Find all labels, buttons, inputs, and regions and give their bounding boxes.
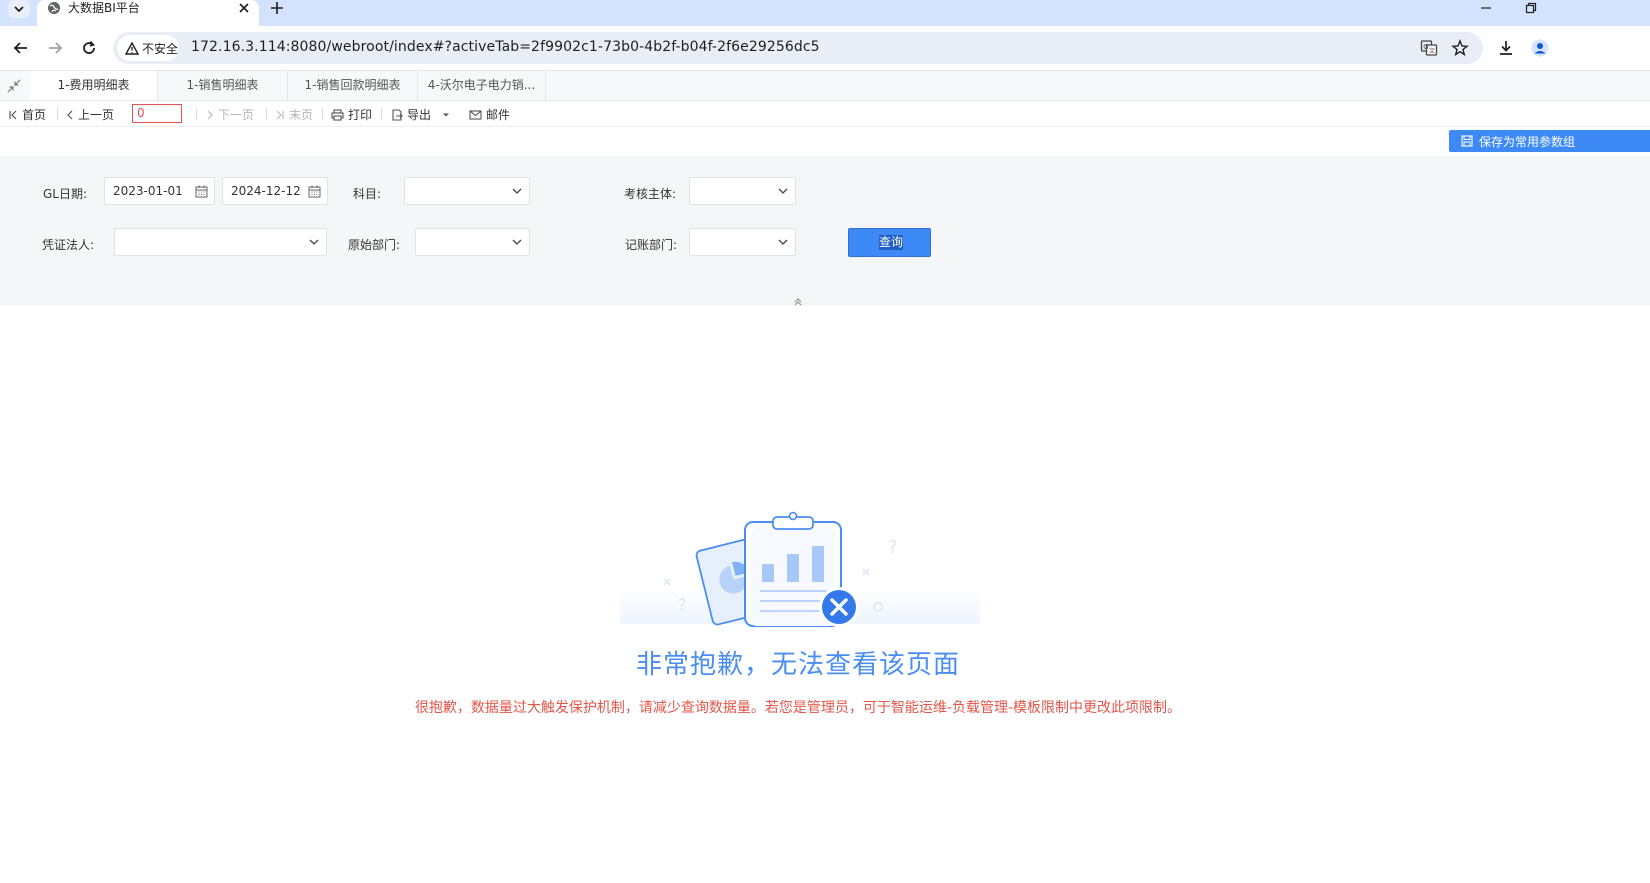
browser-tab-strip: 大数据BI平台: [0, 0, 1650, 26]
browser-toolbar: 不安全 172.16.3.114:8080/webroot/index#?act…: [0, 26, 1650, 70]
toolbar-divider: [266, 108, 267, 120]
back-arrow-icon[interactable]: [12, 39, 30, 57]
security-label: 不安全: [142, 41, 179, 56]
chevron-left-icon: [67, 110, 73, 119]
tab-search-button[interactable]: [8, 0, 30, 18]
chevron-down-icon: [512, 239, 522, 245]
print-label: 打印: [348, 108, 373, 122]
page-number-input[interactable]: 0: [132, 104, 182, 123]
toolbar-divider: [57, 108, 58, 120]
account-dept-label: 记账部门:: [625, 238, 678, 252]
collapse-arrows-icon[interactable]: [7, 79, 21, 93]
chevron-down-icon: [512, 188, 522, 194]
next-page-button[interactable]: 下一页: [206, 106, 254, 123]
gl-date-start-input[interactable]: 2023-01-01: [104, 177, 215, 205]
toolbar-divider: [322, 108, 323, 120]
url-text[interactable]: 172.16.3.114:8080/webroot/index#?activeT…: [191, 39, 820, 55]
browser-tab-active[interactable]: 大数据BI平台: [37, 0, 259, 26]
save-disk-icon: [1461, 135, 1473, 147]
gl-date-end-value: 2024-12-12: [231, 184, 301, 198]
report-tab-bar: 1-费用明细表 1-销售明细表 1-销售回款明细表 4-沃尔电子电力销...: [0, 70, 1650, 101]
error-message: 很抱歉，数据量过大触发保护机制，请减少查询数据量。若您是管理员，可于智能运维-负…: [414, 700, 1182, 716]
chevron-down-icon: [778, 239, 788, 245]
chevron-down-icon: [778, 188, 788, 194]
toolbar-divider: [381, 108, 382, 120]
tab-report-2[interactable]: 1-销售明细表: [158, 71, 288, 100]
printer-icon: [331, 108, 344, 121]
chevron-down-icon: [309, 239, 319, 245]
gl-date-end-input[interactable]: 2024-12-12: [222, 177, 328, 205]
subject-label: 科目:: [353, 187, 382, 201]
toolbar-divider: [196, 108, 197, 120]
report-toolbar: 首页 上一页 下一页 末页 打印 导出 邮件: [0, 101, 1650, 127]
parameter-panel: GL日期: 2023-01-01 2024-12-12 科目: 考核主体: 凭证…: [0, 156, 1650, 306]
error-title: 非常抱歉，无法查看该页面: [635, 650, 960, 680]
forward-arrow-icon[interactable]: [46, 39, 64, 57]
chevron-down-icon: [14, 6, 24, 12]
calendar-icon[interactable]: [308, 185, 321, 198]
last-page-label: 末页: [289, 108, 314, 122]
query-button[interactable]: 查询: [848, 228, 931, 257]
gl-date-start-value: 2023-01-01: [113, 184, 183, 198]
collapse-panel-icon[interactable]: [793, 298, 803, 306]
mail-button[interactable]: 邮件: [469, 106, 510, 123]
voucher-entity-label: 凭证法人:: [42, 238, 95, 252]
restore-icon[interactable]: [1524, 2, 1538, 14]
globe-icon: [48, 2, 60, 14]
new-tab-plus-icon[interactable]: [269, 0, 285, 16]
chevron-right-icon: [207, 110, 213, 119]
svg-text:?: ?: [888, 537, 898, 558]
warning-triangle-icon: [125, 41, 139, 55]
address-bar[interactable]: 不安全 172.16.3.114:8080/webroot/index#?act…: [113, 32, 1483, 64]
security-indicator[interactable]: 不安全: [117, 35, 179, 61]
query-label: 查询: [879, 235, 904, 250]
origin-dept-label: 原始部门:: [348, 238, 401, 252]
download-icon[interactable]: [1497, 39, 1515, 57]
export-label: 导出: [407, 108, 432, 122]
error-illustration: ? ?: [620, 511, 980, 627]
export-button[interactable]: 导出: [391, 106, 451, 123]
voucher-entity-select[interactable]: [114, 228, 327, 256]
star-bookmark-icon[interactable]: [1451, 39, 1469, 57]
close-icon[interactable]: [236, 0, 252, 16]
save-params-button[interactable]: 保存为常用参数组: [1449, 130, 1650, 152]
entity-select[interactable]: [689, 177, 796, 205]
next-page-label: 下一页: [218, 108, 255, 122]
save-params-label: 保存为常用参数组: [1479, 134, 1576, 149]
minimize-icon[interactable]: [1478, 2, 1494, 14]
svg-text:文: 文: [1429, 47, 1435, 55]
tab-report-3[interactable]: 1-销售回款明细表: [288, 71, 418, 100]
account-dept-select[interactable]: [689, 228, 796, 256]
entity-label: 考核主体:: [624, 187, 677, 201]
origin-dept-select[interactable]: [415, 228, 530, 256]
profile-avatar-icon[interactable]: [1531, 39, 1549, 57]
tab-report-4[interactable]: 4-沃尔电子电力销...: [418, 71, 546, 100]
browser-tab-title: 大数据BI平台: [68, 1, 140, 15]
svg-text:?: ?: [678, 595, 687, 614]
prev-page-button[interactable]: 上一页: [66, 106, 114, 123]
caret-down-icon[interactable]: [441, 110, 451, 120]
first-page-label: 首页: [22, 108, 47, 122]
tab-report-1[interactable]: 1-费用明细表: [30, 71, 158, 100]
print-button[interactable]: 打印: [331, 106, 372, 123]
subject-select[interactable]: [404, 177, 530, 205]
translate-icon[interactable]: G文: [1420, 39, 1438, 57]
export-icon: [392, 108, 403, 121]
calendar-icon[interactable]: [195, 185, 208, 198]
last-page-button[interactable]: 末页: [275, 106, 313, 123]
last-page-icon: [276, 110, 284, 119]
mail-label: 邮件: [486, 108, 511, 122]
first-page-button[interactable]: 首页: [8, 106, 46, 123]
gl-date-label: GL日期:: [43, 187, 88, 201]
reload-icon[interactable]: [80, 39, 98, 57]
first-page-icon: [9, 110, 17, 119]
svg-text:G: G: [1423, 43, 1428, 51]
mail-icon: [469, 109, 482, 120]
prev-page-label: 上一页: [78, 108, 115, 122]
